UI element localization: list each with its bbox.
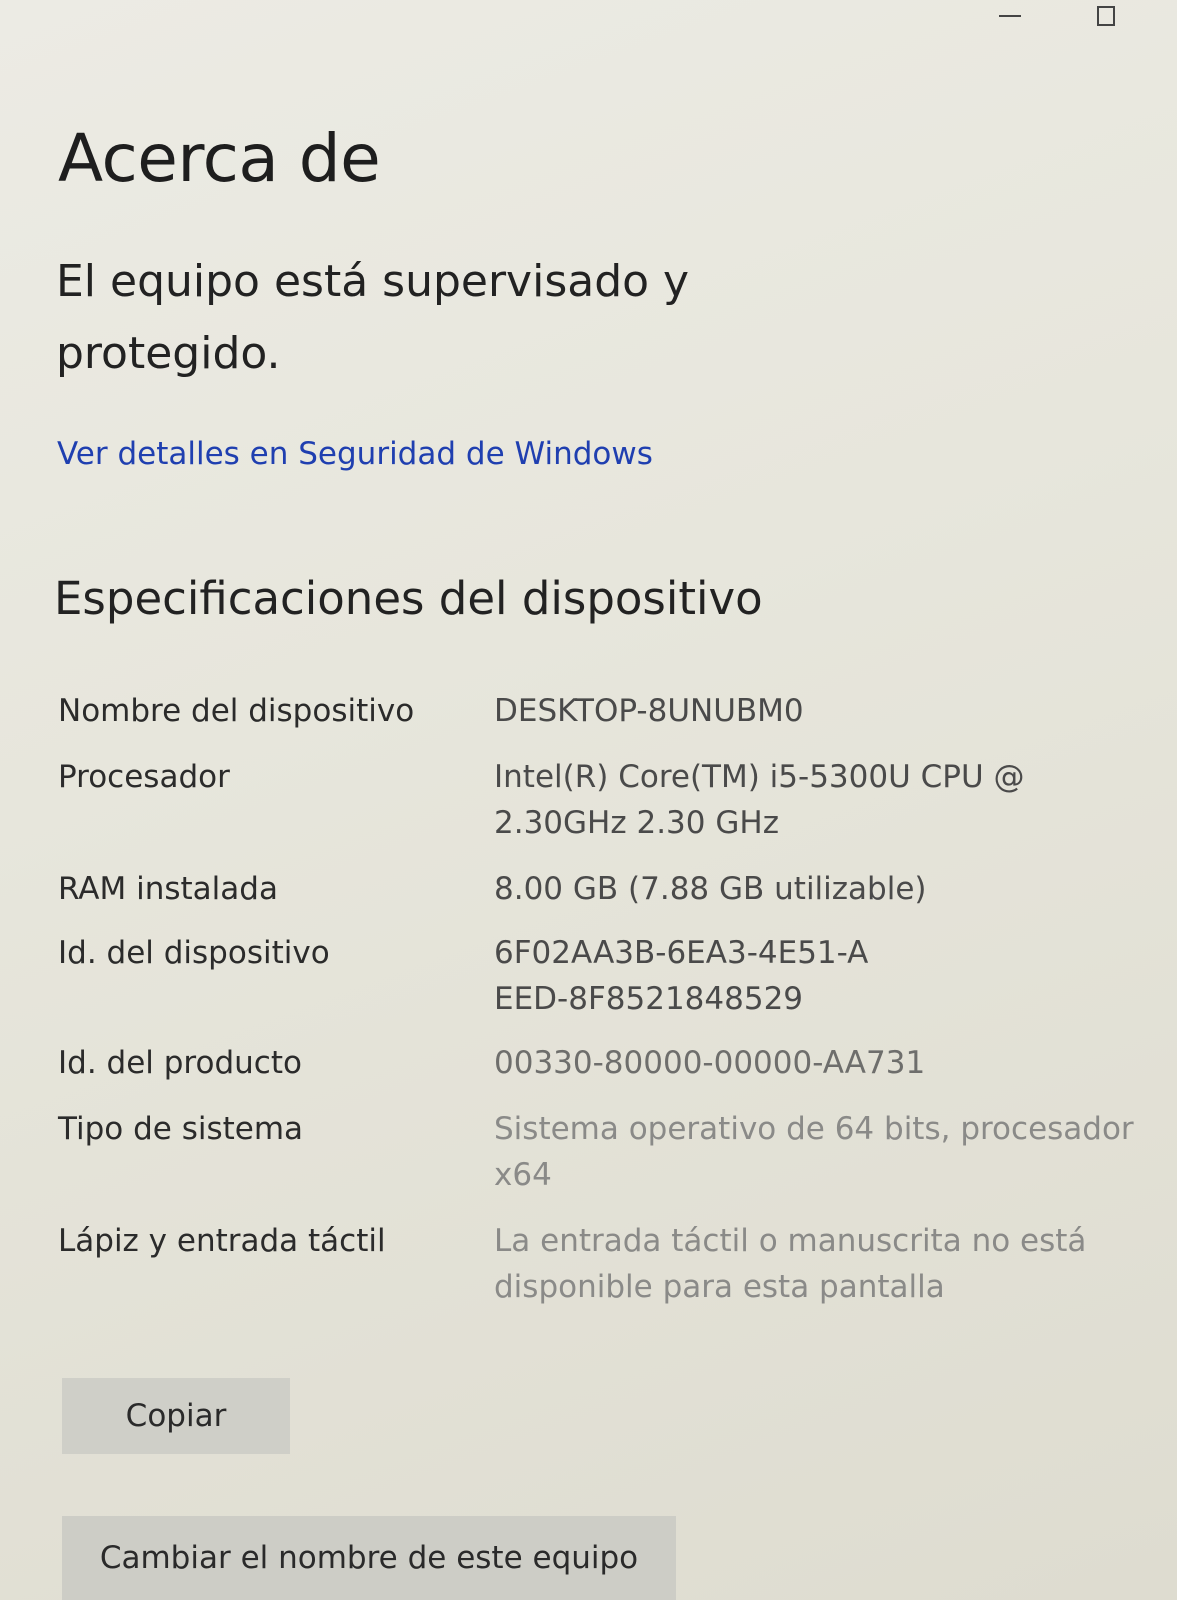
spec-label: Procesador bbox=[58, 759, 230, 795]
maximize-button[interactable] bbox=[1077, 0, 1137, 40]
copy-button[interactable]: Copiar bbox=[62, 1378, 290, 1454]
protection-status-text: El equipo está supervisado y protegido. bbox=[56, 256, 690, 379]
maximize-icon bbox=[1097, 6, 1115, 26]
device-specifications-heading: Especificaciones del dispositivo bbox=[54, 572, 763, 625]
spec-label: Tipo de sistema bbox=[58, 1111, 304, 1147]
spec-label: Id. del dispositivo bbox=[58, 935, 330, 971]
spec-value: DESKTOP-8UNUBM0 bbox=[494, 693, 804, 729]
spec-value: Sistema operativo de 64 bits, procesador… bbox=[494, 1111, 1134, 1193]
windows-security-details-link[interactable]: Ver detalles en Seguridad de Windows bbox=[57, 436, 653, 472]
spec-value: 8.00 GB (7.88 GB utilizable) bbox=[494, 871, 927, 907]
rename-pc-button[interactable]: Cambiar el nombre de este equipo bbox=[62, 1516, 676, 1600]
spec-label: Id. del producto bbox=[58, 1045, 302, 1081]
spec-value: 00330-80000-00000-AA731 bbox=[494, 1045, 926, 1081]
minimize-icon bbox=[999, 15, 1021, 17]
spec-label: RAM instalada bbox=[58, 871, 278, 907]
page-title: Acerca de bbox=[58, 120, 381, 197]
window-controls bbox=[917, 0, 1177, 40]
spec-value: 6F02AA3B-6EA3-4E51-AEED-8F8521848529 bbox=[494, 935, 869, 1017]
minimize-button[interactable] bbox=[977, 0, 1037, 40]
spec-label: Lápiz y entrada táctil bbox=[58, 1223, 386, 1259]
spec-label: Nombre del dispositivo bbox=[58, 693, 415, 729]
spec-value: La entrada táctil o manuscrita no está d… bbox=[494, 1223, 1087, 1305]
spec-value: Intel(R) Core(TM) i5-5300U CPU @ 2.30GHz… bbox=[494, 759, 1025, 841]
